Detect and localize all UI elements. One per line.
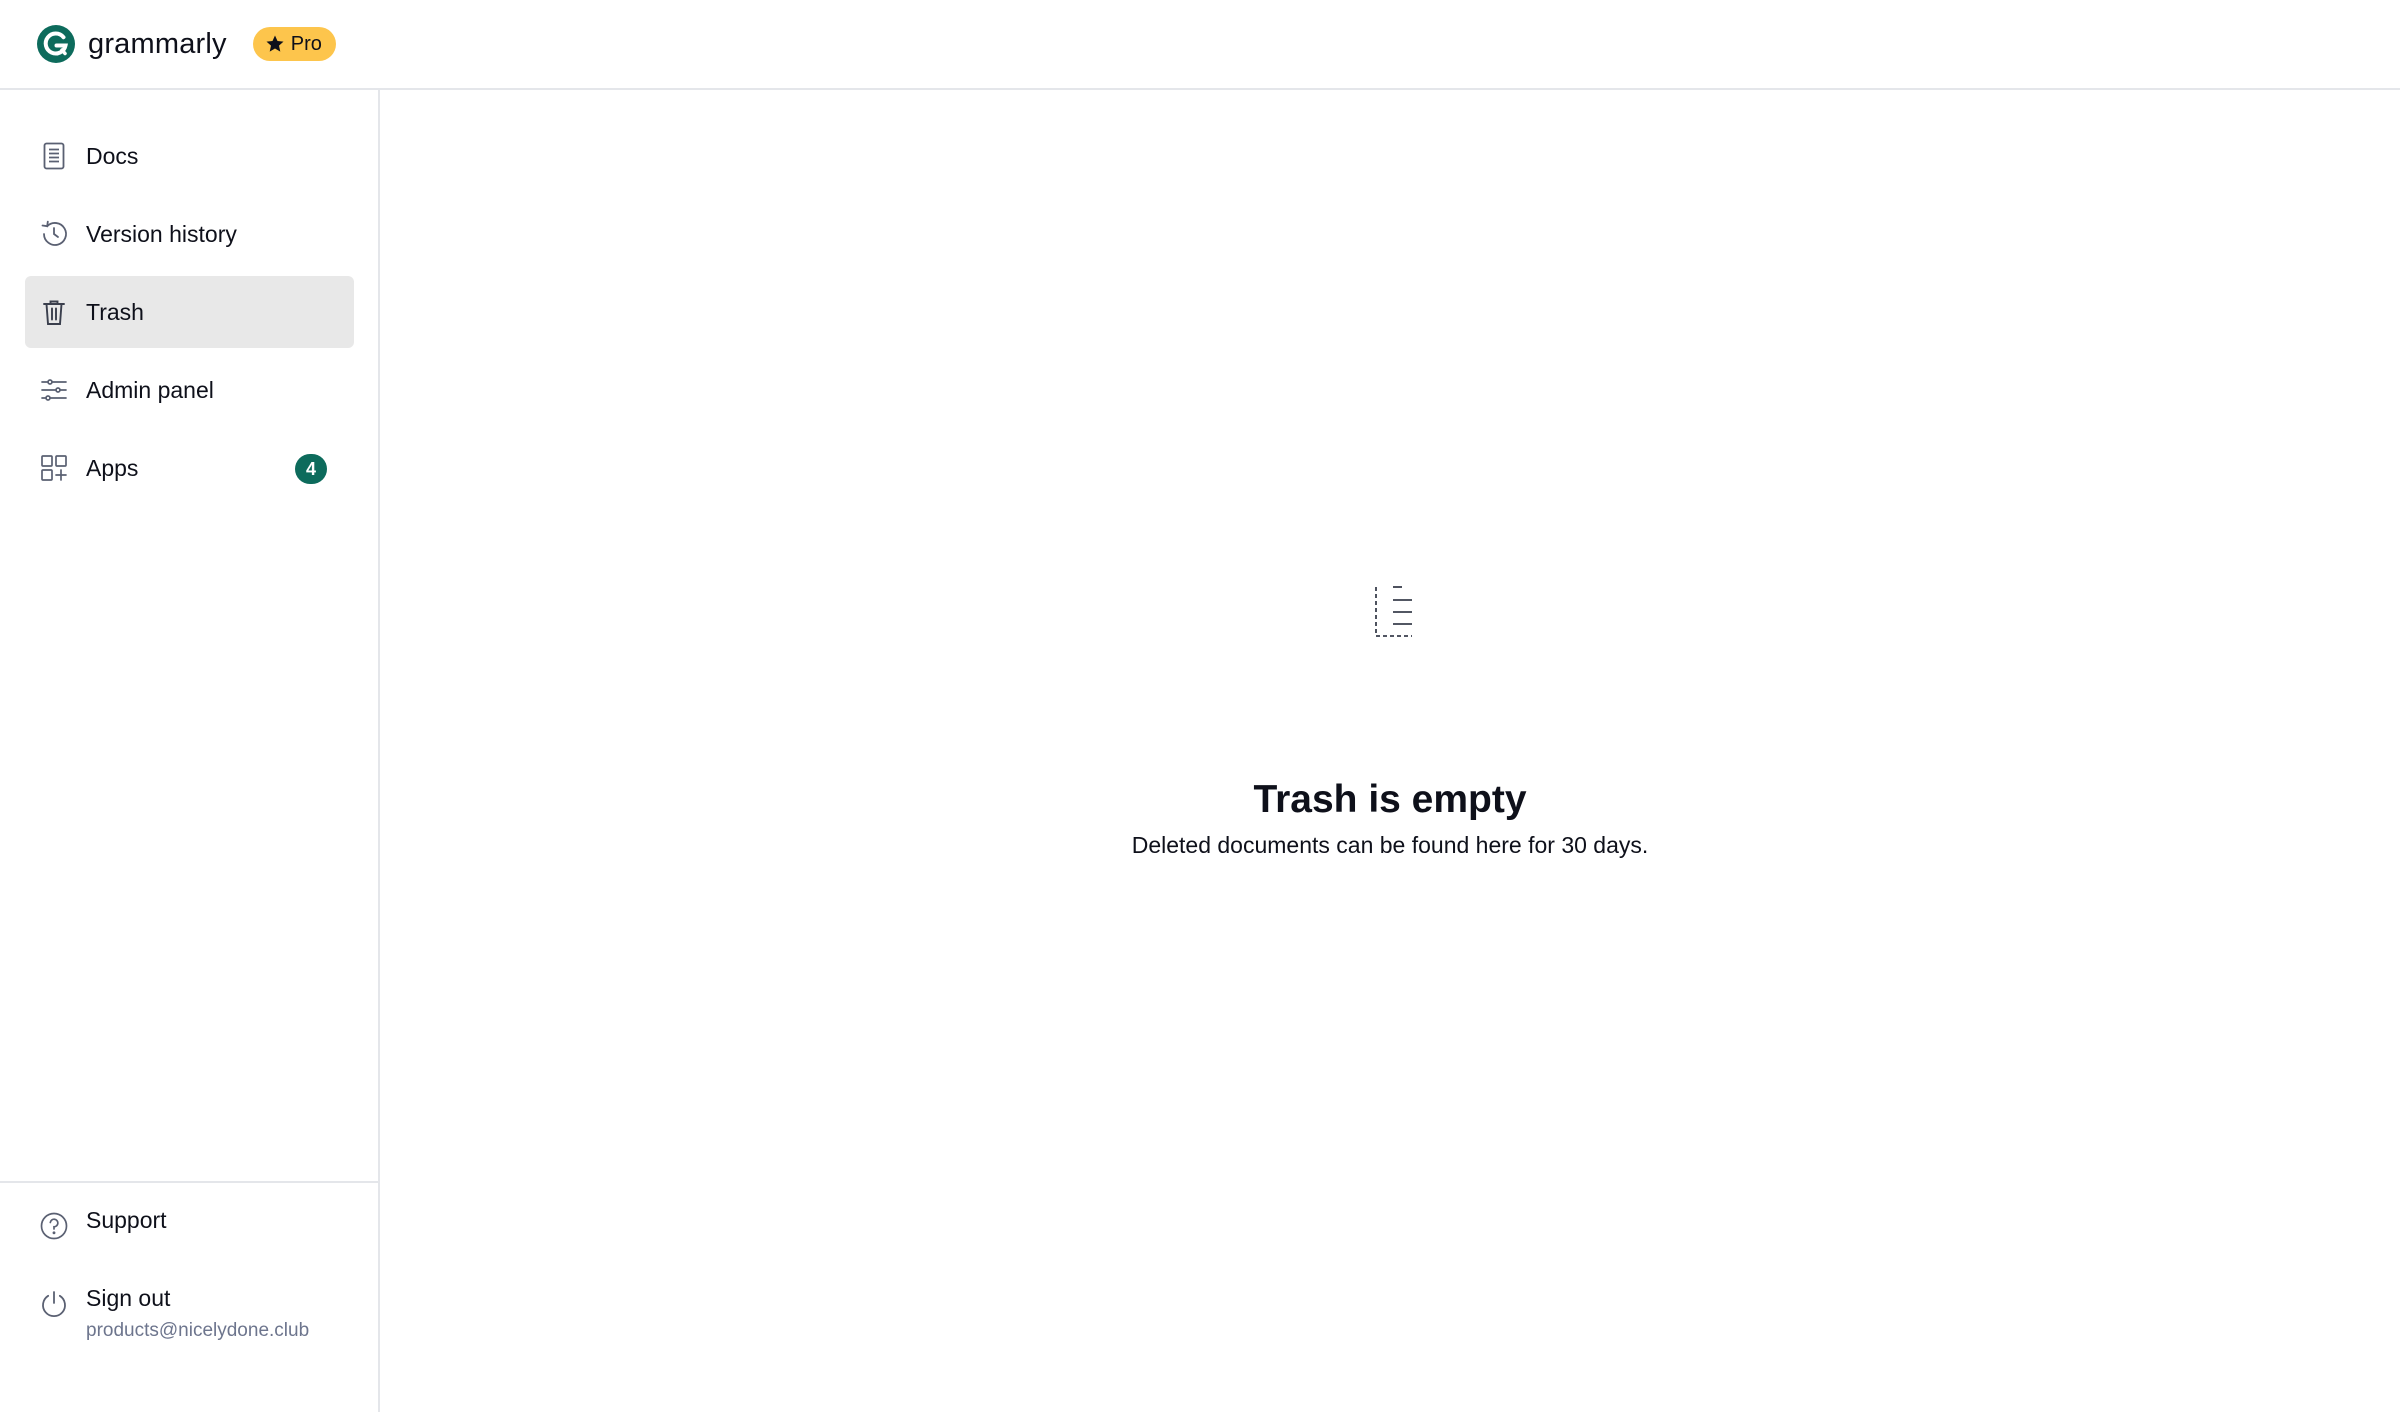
- document-icon: [39, 141, 69, 171]
- sign-out-button[interactable]: Sign out products@nicelydone.club: [25, 1285, 354, 1342]
- empty-state-subtitle: Deleted documents can be found here for …: [1131, 832, 1649, 858]
- sidebar-item-version-history[interactable]: Version history: [25, 198, 354, 270]
- sidebar-nav: Docs Version history Trash Admin panel A…: [25, 120, 354, 510]
- main-content: Trash is empty Deleted documents can be …: [380, 90, 2400, 1412]
- brand-name[interactable]: grammarly: [88, 28, 227, 61]
- top-bar: grammarly Pro: [0, 0, 2400, 90]
- grammarly-logo-icon[interactable]: [36, 24, 76, 64]
- sidebar-item-docs[interactable]: Docs: [25, 120, 354, 192]
- support-label: Support: [86, 1207, 167, 1233]
- pro-badge-label: Pro: [290, 32, 322, 55]
- sidebar-item-admin-panel[interactable]: Admin panel: [25, 354, 354, 426]
- sign-out-label: Sign out: [86, 1285, 171, 1311]
- history-icon: [39, 219, 69, 249]
- help-circle-icon: [39, 1211, 69, 1241]
- pro-badge[interactable]: Pro: [252, 27, 336, 61]
- apps-grid-icon: [39, 453, 69, 483]
- sidebar: Docs Version history Trash Admin panel A…: [0, 90, 380, 1412]
- sidebar-item-trash[interactable]: Trash: [25, 276, 354, 348]
- support-link[interactable]: Support: [25, 1207, 354, 1257]
- sidebar-bottom: Support Sign out products@nicelydone.clu…: [25, 1207, 354, 1342]
- sidebar-item-label: Trash: [86, 298, 144, 325]
- sidebar-item-label: Admin panel: [86, 376, 214, 403]
- power-icon: [39, 1289, 69, 1319]
- apps-count-badge: 4: [295, 454, 327, 484]
- sidebar-divider: [0, 1181, 378, 1183]
- sidebar-item-label: Docs: [86, 142, 139, 169]
- sliders-icon: [39, 375, 69, 405]
- sidebar-item-label: Apps: [86, 454, 139, 481]
- star-icon: [265, 34, 285, 54]
- trash-icon: [39, 297, 69, 327]
- account-email: products@nicelydone.club: [86, 1320, 310, 1341]
- empty-state-title: Trash is empty: [1253, 778, 1527, 821]
- sidebar-item-apps[interactable]: Apps 4: [25, 432, 354, 504]
- sidebar-item-label: Version history: [86, 220, 237, 247]
- empty-document-icon: [1370, 582, 1414, 638]
